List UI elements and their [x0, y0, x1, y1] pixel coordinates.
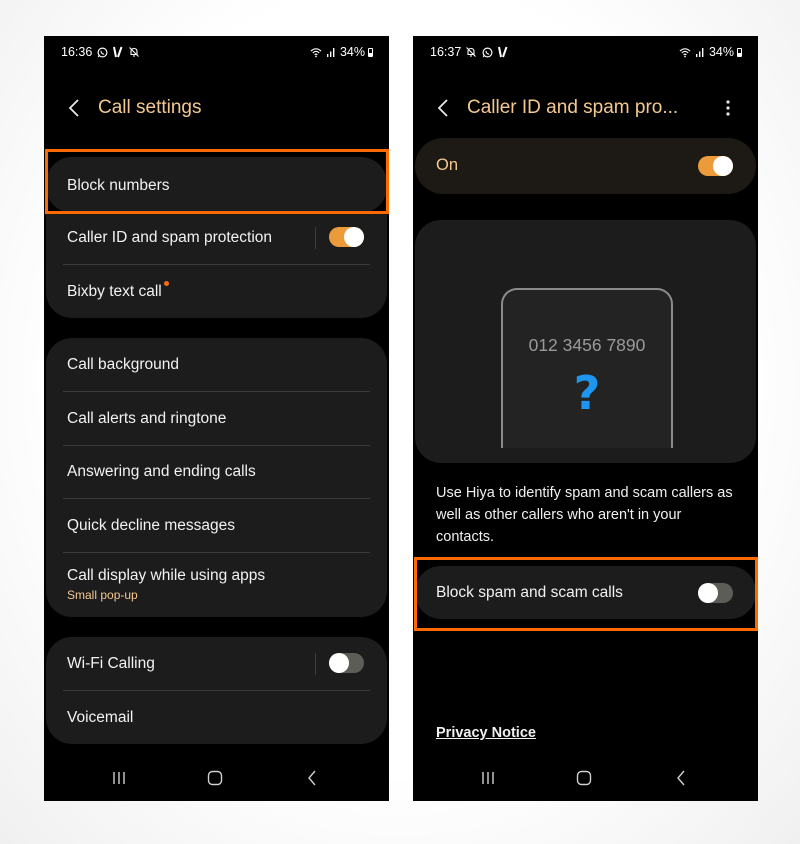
setting-label: Caller ID and spam protection [67, 228, 273, 246]
notifications-muted-icon [128, 46, 140, 58]
privacy-notice-link[interactable]: Privacy Notice [436, 725, 536, 741]
setting-bixby-text-call[interactable]: Bixby text call [46, 265, 387, 318]
new-badge-dot [163, 281, 169, 286]
home-icon [576, 770, 592, 786]
navigation-bar [413, 757, 758, 801]
battery-icon [737, 47, 742, 57]
notifications-muted-icon [465, 46, 477, 58]
block-spam-row[interactable]: Block spam and scam calls [415, 566, 756, 619]
separator [315, 653, 316, 675]
caller-id-spam-screen: 16:37 34% Caller ID and spam pro... On 0… [413, 36, 758, 801]
more-vertical-icon [726, 100, 730, 116]
page-title: Call settings [98, 97, 202, 118]
recent-apps-button[interactable] [473, 765, 503, 791]
settings-group-2: Caller ID and spam protection Bixby text… [46, 211, 387, 318]
setting-quick-decline[interactable]: Quick decline messages [46, 499, 387, 552]
setting-call-display[interactable]: Call display while using apps Small pop-… [46, 553, 387, 615]
setting-label: Quick decline messages [67, 516, 235, 534]
block-spam-toggle[interactable] [698, 583, 733, 603]
home-button[interactable] [200, 765, 230, 791]
whatsapp-icon [481, 46, 493, 58]
setting-voicemail[interactable]: Voicemail [46, 691, 387, 744]
whatsapp-icon [96, 46, 108, 58]
recent-apps-button[interactable] [104, 765, 134, 791]
signal-icon [325, 46, 337, 58]
phone-illustration: 012 3456 7890 ? [501, 288, 673, 448]
wifi-icon [310, 46, 322, 58]
back-nav-button[interactable] [666, 765, 696, 791]
setting-label: Voicemail [67, 708, 134, 726]
battery-percentage: 34% [708, 45, 734, 59]
setting-label: Call display while using apps [67, 567, 266, 584]
settings-group-1: Block numbers [46, 157, 387, 213]
setting-caller-id-spam[interactable]: Caller ID and spam protection [46, 211, 387, 264]
master-switch-label: On [436, 156, 459, 174]
setting-label: Block numbers [67, 176, 170, 194]
setting-call-alerts-ringtone[interactable]: Call alerts and ringtone [46, 392, 387, 445]
status-time: 16:36 [61, 45, 93, 59]
settings-group-4: Wi-Fi Calling Voicemail [46, 637, 387, 744]
caller-id-toggle[interactable] [329, 227, 364, 247]
home-button[interactable] [569, 765, 599, 791]
page-title: Caller ID and spam pro... [467, 97, 679, 118]
back-icon [677, 770, 685, 786]
back-button[interactable] [64, 96, 84, 120]
setting-label: Call background [67, 355, 180, 373]
illustration-card: 012 3456 7890 ? [415, 220, 756, 463]
settings-group-3: Call background Call alerts and ringtone… [46, 338, 387, 617]
battery-icon [368, 47, 373, 57]
battery-percentage: 34% [339, 45, 365, 59]
status-time: 16:37 [430, 45, 462, 59]
setting-label: Bixby text call [67, 282, 162, 300]
v-app-icon [112, 46, 124, 58]
wifi-calling-toggle[interactable] [329, 653, 364, 673]
setting-block-numbers[interactable]: Block numbers [46, 159, 387, 212]
description-text: Use Hiya to identify spam and scam calle… [436, 485, 733, 545]
recent-apps-icon [482, 772, 494, 784]
wifi-icon [679, 46, 691, 58]
setting-label: Wi-Fi Calling [67, 654, 155, 672]
chevron-left-icon [437, 99, 448, 117]
setting-label: Call alerts and ringtone [67, 409, 227, 427]
setting-answering-ending[interactable]: Answering and ending calls [46, 445, 387, 498]
status-bar: 16:37 34% [413, 36, 758, 68]
more-options-button[interactable] [720, 96, 736, 120]
signal-icon [694, 46, 706, 58]
setting-sublabel: Small pop-up [67, 588, 138, 602]
illustration-phone-number: 012 3456 7890 [528, 335, 646, 355]
setting-wifi-calling[interactable]: Wi-Fi Calling [46, 637, 387, 690]
back-button[interactable] [433, 96, 453, 120]
master-switch-toggle[interactable] [698, 156, 733, 176]
call-settings-screen: 16:36 34% Call settings Block numbers Ca… [44, 36, 389, 801]
block-spam-label: Block spam and scam calls [436, 584, 623, 601]
app-bar: Caller ID and spam pro... [413, 92, 758, 124]
chevron-left-icon [68, 99, 79, 117]
setting-call-background[interactable]: Call background [46, 338, 387, 391]
app-bar: Call settings [44, 92, 389, 124]
home-icon [207, 770, 223, 786]
navigation-bar [44, 757, 389, 801]
separator [315, 227, 316, 249]
back-icon [308, 770, 316, 786]
recent-apps-icon [113, 772, 125, 784]
status-bar: 16:36 34% [44, 36, 389, 68]
master-switch-row[interactable]: On [415, 138, 756, 194]
v-app-icon [497, 46, 509, 58]
question-mark-icon: ? [573, 366, 601, 420]
setting-label: Answering and ending calls [67, 462, 256, 480]
back-nav-button[interactable] [297, 765, 327, 791]
